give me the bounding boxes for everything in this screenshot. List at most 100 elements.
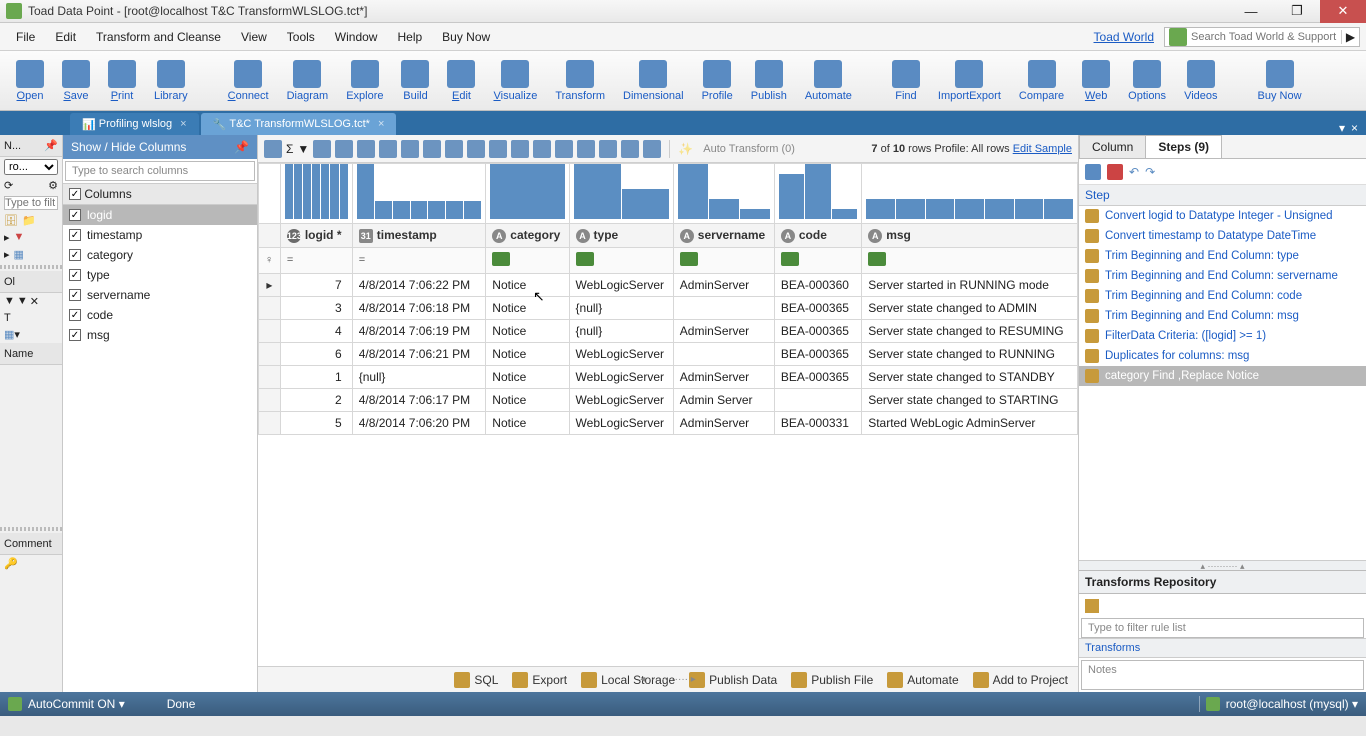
checkbox-icon[interactable]: ✓ [69,269,81,281]
wand-icon[interactable]: ✨ [678,142,693,156]
cell-msg[interactable]: Server started in RUNNING mode [862,273,1078,296]
cell-category[interactable]: Notice [486,273,569,296]
ribbon-dimensional[interactable]: Dimensional [615,58,692,104]
export-button[interactable]: Export [512,672,567,688]
menu-window[interactable]: Window [325,26,388,48]
delete-icon[interactable] [1125,599,1139,613]
close-tab-icon[interactable]: × [378,118,384,130]
cell-code[interactable]: BEA-000365 [774,365,861,388]
table-row[interactable]: 34/8/2014 7:06:18 PMNotice{null}BEA-0003… [259,296,1078,319]
histogram-category[interactable] [488,167,566,221]
cell-logid[interactable]: 4 [280,319,352,342]
publish-file-button[interactable]: Publish File [791,672,873,688]
repository-filter-input[interactable]: Type to filter rule list [1081,618,1364,638]
cell-category[interactable]: Notice [486,365,569,388]
checkbox-icon[interactable]: ✓ [69,329,81,341]
link-icon[interactable] [335,140,353,158]
script-icon[interactable] [1085,164,1101,180]
clear-icon[interactable]: ✕ [30,295,39,308]
table-row[interactable]: 24/8/2014 7:06:17 PMNoticeWebLogicServer… [259,388,1078,411]
step-item[interactable]: Duplicates for columns: msg [1079,346,1366,366]
folder-icon[interactable] [555,140,573,158]
funnel-icon[interactable]: ▼ [17,295,28,308]
filter-cell-category[interactable] [486,247,569,273]
ribbon-web[interactable]: Web [1074,58,1118,104]
cell-timestamp[interactable]: 4/8/2014 7:06:22 PM [352,273,486,296]
cell-servername[interactable]: AdminServer [673,411,774,434]
tree-expand-icon[interactable]: ▸ [4,231,10,244]
histogram-logid[interactable] [283,167,350,221]
pin-icon[interactable]: 📌 [234,140,249,154]
menu-help[interactable]: Help [387,26,432,48]
column-header-type[interactable]: Atype [569,224,673,248]
calendar-icon[interactable] [489,140,507,158]
menu-tools[interactable]: Tools [277,26,325,48]
column-header-servername[interactable]: Aservername [673,224,774,248]
column-item-logid[interactable]: ✓logid [63,205,257,225]
import-icon[interactable] [1326,599,1340,613]
cell-type[interactable]: WebLogicServer [569,365,673,388]
play-icon[interactable] [621,140,639,158]
gear-icon[interactable] [401,140,419,158]
toad-world-link[interactable]: Toad World [1094,30,1154,44]
find-icon[interactable] [264,140,282,158]
cell-category[interactable]: Notice [486,411,569,434]
cell-type[interactable]: WebLogicServer [569,342,673,365]
cell-servername[interactable]: AdminServer [673,273,774,296]
maximize-button[interactable]: ❐ [1274,0,1320,23]
tab-dropdown-icon[interactable]: ▾ [1339,121,1345,135]
cell-code[interactable] [774,388,861,411]
step-item[interactable]: Trim Beginning and End Column: code [1079,286,1366,306]
tree-expand-icon[interactable]: ▸ [4,248,10,261]
cell-logid[interactable]: 5 [280,411,352,434]
step-item[interactable]: Convert logid to Datatype Integer - Unsi… [1079,206,1366,226]
column-header-category[interactable]: Acategory [486,224,569,248]
tab-steps[interactable]: Steps (9) [1145,135,1222,158]
column-item-servername[interactable]: ✓servername [63,285,257,305]
cell-msg[interactable]: Server state changed to ADMIN [862,296,1078,319]
global-search[interactable]: ▶ [1164,27,1360,47]
ribbon-print[interactable]: Print [100,58,144,104]
notes-input[interactable]: Notes [1081,660,1364,690]
histogram-code[interactable] [777,167,859,221]
column-item-category[interactable]: ✓category [63,245,257,265]
folder-icon[interactable]: 📁 [22,214,36,227]
close-tab-icon[interactable]: × [180,118,186,130]
cell-code[interactable]: BEA-000360 [774,273,861,296]
sigma-icon[interactable]: Σ [286,142,293,156]
edit-icon[interactable] [357,140,375,158]
edit-sample-link[interactable]: Edit Sample [1013,143,1072,155]
histogram-type[interactable] [572,167,671,221]
menu-view[interactable]: View [231,26,277,48]
column-item-timestamp[interactable]: ✓timestamp [63,225,257,245]
ribbon-explore[interactable]: Explore [338,58,391,104]
db-icon[interactable]: 🗄 [4,214,18,227]
nav-filter-input[interactable] [4,196,58,210]
cell-timestamp[interactable]: 4/8/2014 7:06:19 PM [352,319,486,342]
cell-msg[interactable]: Server state changed to STARTING [862,388,1078,411]
columns-search-input[interactable]: Type to search columns [65,161,255,181]
cell-servername[interactable] [673,342,774,365]
column-item-msg[interactable]: ✓msg [63,325,257,345]
column-header-code[interactable]: Acode [774,224,861,248]
filter-icon[interactable]: ▼ [4,295,15,308]
data-grid[interactable]: 123logid *31timestampAcategoryAtypeAserv… [258,163,1078,435]
ribbon-videos[interactable]: Videos [1176,58,1225,104]
filter-cell-logid[interactable]: = [280,247,352,273]
cell-timestamp[interactable]: 4/8/2014 7:06:20 PM [352,411,486,434]
column-item-code[interactable]: ✓code [63,305,257,325]
nav-combo[interactable]: ro... [4,159,58,175]
cell-category[interactable]: Notice [486,296,569,319]
ribbon-build[interactable]: Build [393,58,437,104]
transforms-section[interactable]: Transforms [1079,638,1366,658]
options-icon[interactable]: ⚙ [48,179,58,192]
step-item[interactable]: category Find ,Replace Notice [1079,366,1366,386]
grid-icon[interactable]: ▦ [4,329,14,341]
columns-group-header[interactable]: ✓ Columns [63,183,257,205]
ribbon-visualize[interactable]: Visualize [485,58,545,104]
cell-logid[interactable]: 1 [280,365,352,388]
ribbon-profile[interactable]: Profile [694,58,741,104]
add-to-project-button[interactable]: Add to Project [973,672,1068,688]
table-row[interactable]: 44/8/2014 7:06:19 PMNotice{null}AdminSer… [259,319,1078,342]
ribbon-automate[interactable]: Automate [797,58,860,104]
